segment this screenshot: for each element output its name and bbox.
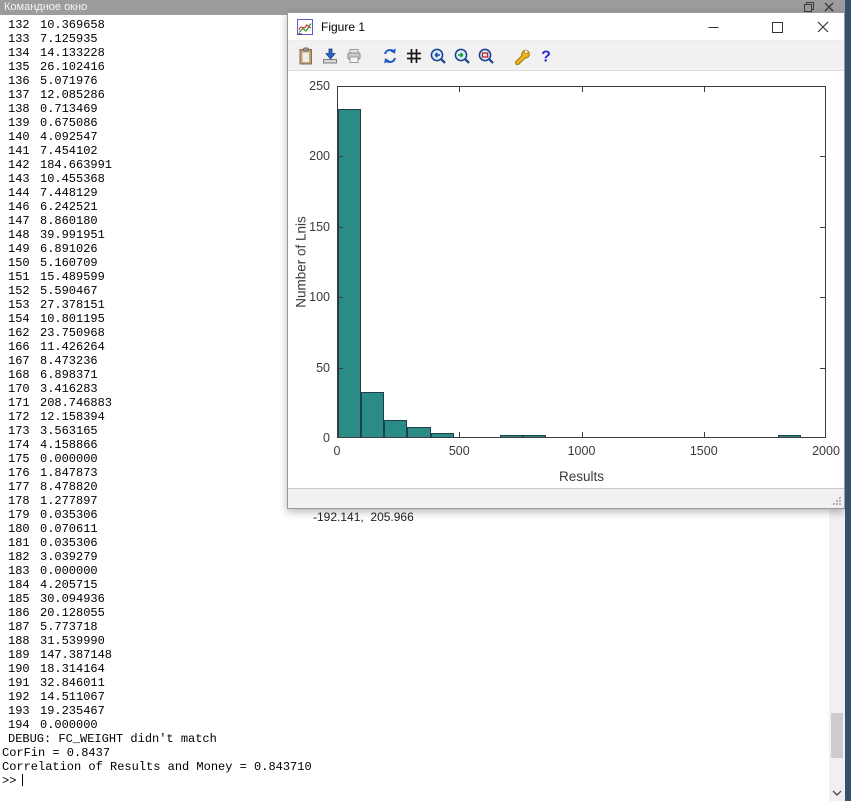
figure-titlebar[interactable]: Figure 1 xyxy=(288,13,844,41)
cursor-coordinates: -192.141, 205.966 xyxy=(313,510,414,524)
console-row: 18620.128055 xyxy=(0,606,829,620)
scrollbar-down-button[interactable] xyxy=(829,784,845,801)
console-row: 1800.070611 xyxy=(0,522,829,536)
console-row: 1790.035306 xyxy=(0,508,829,522)
zoom-out-icon[interactable] xyxy=(428,46,448,66)
console-row: 19132.846011 xyxy=(0,676,829,690)
svg-text:?: ? xyxy=(541,48,551,65)
grid-icon[interactable] xyxy=(404,46,424,66)
help-icon[interactable]: ? xyxy=(536,46,556,66)
close-button[interactable] xyxy=(802,13,844,41)
y-tick-label: 50 xyxy=(316,361,330,375)
prompt-line[interactable]: >> xyxy=(0,774,829,788)
histogram-bar xyxy=(361,392,384,437)
scrollbar-thumb[interactable] xyxy=(831,713,843,758)
x-tick-label: 1000 xyxy=(568,444,596,458)
histogram-bar xyxy=(338,109,361,437)
minimize-button[interactable] xyxy=(692,13,734,41)
console-row: 1830.000000 xyxy=(0,564,829,578)
correlation-line: Correlation of Results and Money = 0.843… xyxy=(0,760,829,774)
y-tick-label: 250 xyxy=(309,79,330,93)
debug-line: DEBUG: FC_WEIGHT didn't match xyxy=(0,732,829,746)
x-tick-label: 500 xyxy=(449,444,470,458)
console-row: 1940.000000 xyxy=(0,718,829,732)
histogram-bar xyxy=(407,427,430,437)
y-tick-label: 200 xyxy=(309,149,330,163)
export-icon[interactable] xyxy=(320,46,340,66)
y-tick-label: 100 xyxy=(309,290,330,304)
histogram-bar xyxy=(384,420,407,437)
figure-app-icon xyxy=(297,19,313,35)
clipboard-icon[interactable] xyxy=(296,46,316,66)
x-axis-label: Results xyxy=(559,469,604,484)
x-tick-label: 2000 xyxy=(812,444,840,458)
edit-tools-icon[interactable] xyxy=(512,46,532,66)
print-icon[interactable] xyxy=(344,46,364,66)
chevron-down-icon xyxy=(832,790,842,796)
maximize-button[interactable] xyxy=(756,13,798,41)
corfin-line: CorFin = 0.8437 xyxy=(0,746,829,760)
y-tick-label: 150 xyxy=(309,220,330,234)
histogram-bar xyxy=(431,433,454,437)
console-row: 189147.387148 xyxy=(0,648,829,662)
histogram-bar xyxy=(523,435,546,437)
zoom-box-icon[interactable] xyxy=(476,46,496,66)
console-row: 19319.235467 xyxy=(0,704,829,718)
x-tick-label: 0 xyxy=(334,444,341,458)
text-caret xyxy=(22,774,23,786)
console-row: 19018.314164 xyxy=(0,662,829,676)
y-tick-label: 0 xyxy=(323,431,330,445)
zoom-in-icon[interactable] xyxy=(452,46,472,66)
console-row: 1810.035306 xyxy=(0,536,829,550)
command-window-title: Командное окно xyxy=(4,1,87,13)
figure-title: Figure 1 xyxy=(321,20,365,34)
window-right-border xyxy=(845,0,851,801)
console-row: 19214.511067 xyxy=(0,690,829,704)
histogram-bar xyxy=(778,435,801,437)
redraw-icon[interactable] xyxy=(380,46,400,66)
console-row: 18831.539990 xyxy=(0,634,829,648)
x-tick-label: 1500 xyxy=(690,444,718,458)
console-row: 1823.039279 xyxy=(0,550,829,564)
figure-statusbar: -192.141, 205.966 xyxy=(288,488,844,508)
figure-window: Figure 1 xyxy=(287,12,845,509)
y-axis-label: Number of Lnis xyxy=(294,216,309,308)
resize-grip[interactable] xyxy=(832,496,842,506)
console-row: 18530.094936 xyxy=(0,592,829,606)
prompt-chars: >> xyxy=(2,774,16,788)
desktop: Командное окно 13210.3696581337.12593513… xyxy=(0,0,851,801)
histogram-bar xyxy=(500,435,523,437)
plot-area[interactable] xyxy=(337,86,826,438)
console-row: 1844.205715 xyxy=(0,578,829,592)
figure-canvas[interactable]: Number of Lnis Results 0 500 1000 1500 2000 0… xyxy=(288,71,844,488)
figure-toolbar: ? xyxy=(288,41,844,71)
console-row: 1875.773718 xyxy=(0,620,829,634)
